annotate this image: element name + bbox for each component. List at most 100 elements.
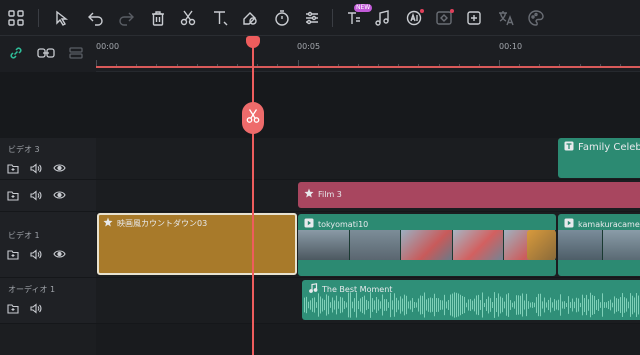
waveform-bar	[594, 295, 595, 315]
waveform-bar	[312, 298, 313, 312]
scissors-icon[interactable]	[176, 6, 200, 30]
layout-grid-icon[interactable]	[4, 6, 28, 30]
waveform-bar	[324, 299, 325, 311]
empty-track-area	[96, 324, 640, 355]
waveform-bar	[592, 295, 593, 315]
ai-image-icon[interactable]	[432, 6, 456, 30]
folder-lock-icon[interactable]	[6, 162, 20, 174]
clip-family-celeb[interactable]: Family Celeb	[558, 138, 640, 178]
waveform-bar	[388, 302, 389, 308]
waveform-bar	[556, 300, 557, 310]
thumbnail	[603, 230, 640, 260]
waveform-bar	[538, 293, 539, 317]
waveform-bar	[544, 297, 545, 313]
waveform-bar	[330, 302, 331, 308]
waveform-bar	[406, 295, 407, 315]
waveform-bar	[558, 299, 559, 311]
clip-countdown[interactable]: 映画風カウントダウン03	[97, 213, 297, 275]
waveform-bar	[580, 302, 581, 308]
color-palette-icon[interactable]	[524, 6, 548, 30]
empty-track-head	[0, 324, 96, 355]
clip-film-3[interactable]: Film 3	[298, 182, 640, 208]
export-frame-icon[interactable]	[462, 6, 486, 30]
waveform-bar	[424, 292, 425, 318]
track-video1[interactable]: 映画風カウントダウン03 tokyomati10 kamakuracame	[96, 212, 640, 278]
undo-icon[interactable]	[84, 6, 108, 30]
waveform-bar	[348, 292, 349, 318]
waveform-bar	[436, 298, 437, 312]
clip-the-best-moment[interactable]: The Best Moment	[302, 280, 640, 320]
waveform-bar	[446, 301, 447, 309]
eye-icon[interactable]	[52, 248, 66, 260]
timer-icon[interactable]	[270, 6, 294, 30]
waveform-bar	[382, 294, 383, 316]
waveform-bar	[494, 292, 495, 318]
waveform-bar	[344, 301, 345, 309]
text-tool-icon[interactable]	[208, 6, 232, 30]
waveform-bar	[384, 299, 385, 311]
waveform-bar	[336, 295, 337, 315]
waveform-bar	[434, 293, 435, 317]
delete-icon[interactable]	[146, 6, 170, 30]
waveform-bar	[376, 296, 377, 314]
waveform-bar	[386, 299, 387, 311]
waveform-bar	[314, 297, 315, 313]
waveform-bar	[450, 294, 451, 316]
eye-icon[interactable]	[52, 189, 66, 201]
folder-lock-icon[interactable]	[6, 302, 20, 314]
waveform-bar	[472, 300, 473, 310]
track-video3[interactable]: Family Celeb	[96, 138, 640, 180]
waveform-bar	[458, 293, 459, 317]
waveform-bar	[350, 292, 351, 318]
waveform-bar	[408, 301, 409, 309]
audio-waveform	[304, 292, 639, 318]
music-note-icon[interactable]	[370, 6, 394, 30]
waveform-bar	[616, 298, 617, 312]
waveform-bar	[504, 301, 505, 309]
waveform-bar	[316, 302, 317, 308]
volume-icon[interactable]	[29, 162, 43, 174]
clip-title: Film 3	[318, 189, 342, 199]
playhead-line[interactable]	[252, 38, 254, 355]
volume-icon[interactable]	[29, 302, 43, 314]
split-button[interactable]	[242, 102, 264, 134]
video-play-icon	[304, 218, 314, 230]
select-arrow-icon[interactable]	[50, 6, 74, 30]
track-layout-icon[interactable]	[66, 44, 86, 62]
waveform-bar	[608, 300, 609, 310]
effect-star-icon	[304, 188, 314, 200]
ai-text-icon[interactable]: NEW	[342, 4, 373, 30]
link-icon[interactable]	[6, 44, 26, 62]
volume-icon[interactable]	[29, 189, 43, 201]
volume-icon[interactable]	[29, 248, 43, 260]
translate-icon[interactable]	[494, 6, 518, 30]
group-clips-icon[interactable]	[36, 44, 56, 62]
track-head-video1: ビデオ 1	[0, 212, 96, 278]
adjust-sliders-icon[interactable]	[300, 6, 324, 30]
eye-icon[interactable]	[52, 162, 66, 174]
waveform-bar	[306, 296, 307, 314]
track-label: ビデオ 3	[8, 145, 40, 154]
track-head-effects	[0, 180, 96, 212]
waveform-bar	[418, 298, 419, 312]
folder-lock-icon[interactable]	[6, 189, 20, 201]
waveform-bar	[602, 293, 603, 317]
waveform-bar	[474, 298, 475, 312]
waveform-bar	[320, 296, 321, 314]
waveform-bar	[550, 297, 551, 313]
clip-kamakura[interactable]: kamakuracame	[558, 214, 640, 276]
folder-lock-icon[interactable]	[6, 248, 20, 260]
waveform-bar	[588, 299, 589, 311]
waveform-bar	[426, 299, 427, 311]
track-effects[interactable]: Film 3	[96, 180, 640, 212]
waveform-bar	[584, 298, 585, 312]
waveform-bar	[618, 298, 619, 312]
effect-star-icon	[103, 217, 113, 229]
clip-tokyomati10[interactable]: tokyomati10	[298, 214, 556, 276]
track-audio1[interactable]: The Best Moment	[96, 278, 640, 324]
timeline-header-controls	[0, 36, 96, 72]
ai-speech-icon[interactable]	[402, 6, 426, 30]
redo-icon[interactable]	[114, 6, 138, 30]
toolbar-divider	[38, 9, 39, 27]
shape-crop-icon[interactable]	[238, 6, 262, 30]
